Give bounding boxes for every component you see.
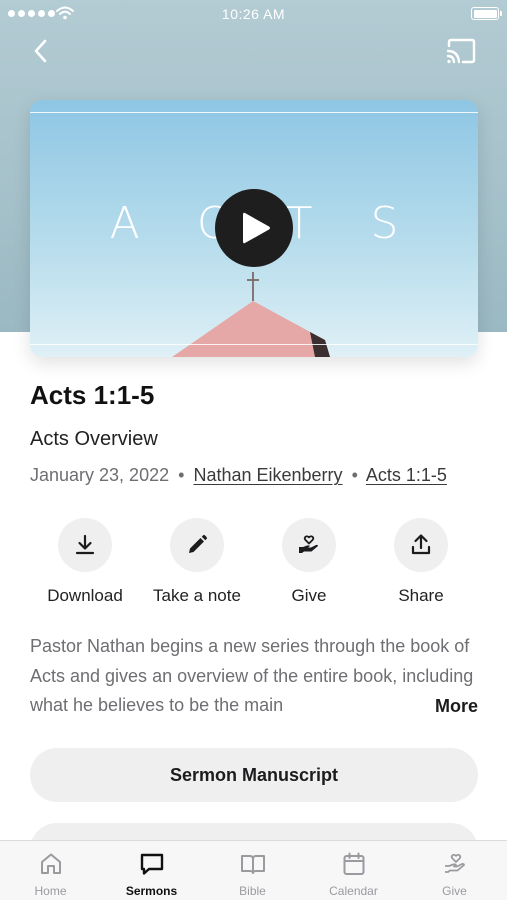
more-link[interactable]: More — [435, 692, 478, 722]
meta-separator: • — [351, 465, 358, 485]
status-bar: 10:26 AM — [0, 0, 507, 28]
video-frame-line-top — [30, 112, 478, 113]
tab-bar: Home Sermons Bible Calendar Give — [0, 840, 507, 900]
play-icon — [243, 212, 270, 244]
back-button[interactable] — [26, 36, 56, 66]
sermon-meta: January 23, 2022 • Nathan Eikenberry • A… — [30, 465, 447, 486]
chevron-left-icon — [34, 39, 47, 63]
battery-icon — [471, 7, 502, 20]
sermons-icon — [140, 853, 164, 875]
status-time: 10:26 AM — [221, 6, 286, 22]
pencil-icon — [189, 534, 208, 553]
tab-home-label: Home — [34, 884, 67, 898]
tab-sermons-label: Sermons — [125, 884, 178, 898]
video-frame-line-bottom — [30, 344, 478, 345]
cast-icon — [446, 38, 476, 64]
sermon-description: Pastor Nathan begins a new series throug… — [30, 632, 478, 721]
scripture-link[interactable]: Acts 1:1-5 — [366, 465, 447, 485]
tab-bible[interactable]: Bible — [202, 841, 303, 900]
sermon-manuscript-button[interactable]: Sermon Manuscript — [30, 748, 478, 802]
download-icon — [75, 534, 95, 555]
sermon-title: Acts 1:1-5 — [30, 380, 155, 410]
series-name: Acts Overview — [30, 428, 158, 450]
tab-calendar-label: Calendar — [329, 884, 378, 898]
home-icon — [41, 853, 61, 874]
cast-button[interactable] — [445, 38, 477, 66]
take-note-label: Take a note — [153, 586, 241, 605]
video-player[interactable]: ACTS — [30, 100, 478, 357]
tab-calendar[interactable]: Calendar — [303, 841, 404, 900]
give-button[interactable]: Give — [253, 518, 365, 606]
sermon-date: January 23, 2022 — [30, 465, 170, 485]
share-button[interactable]: Share — [365, 518, 477, 606]
download-label: Download — [47, 586, 123, 605]
give-icon — [299, 535, 318, 553]
give-label: Give — [291, 586, 327, 605]
meta-separator: • — [178, 465, 185, 485]
tab-give[interactable]: Give — [404, 841, 505, 900]
tab-home[interactable]: Home — [0, 841, 101, 900]
action-row: Download Take a note Give Share — [29, 518, 477, 608]
tab-give-label: Give — [442, 884, 467, 898]
share-icon — [411, 534, 431, 555]
play-button[interactable] — [215, 189, 293, 267]
bible-icon — [241, 855, 265, 874]
download-button[interactable]: Download — [29, 518, 141, 606]
speaker-link[interactable]: Nathan Eikenberry — [193, 465, 342, 485]
give-icon — [445, 853, 465, 873]
tab-bible-label: Bible — [239, 884, 266, 898]
share-label: Share — [398, 586, 444, 605]
calendar-icon — [343, 852, 365, 875]
tab-sermons[interactable]: Sermons — [101, 841, 202, 900]
take-note-button[interactable]: Take a note — [141, 518, 253, 606]
